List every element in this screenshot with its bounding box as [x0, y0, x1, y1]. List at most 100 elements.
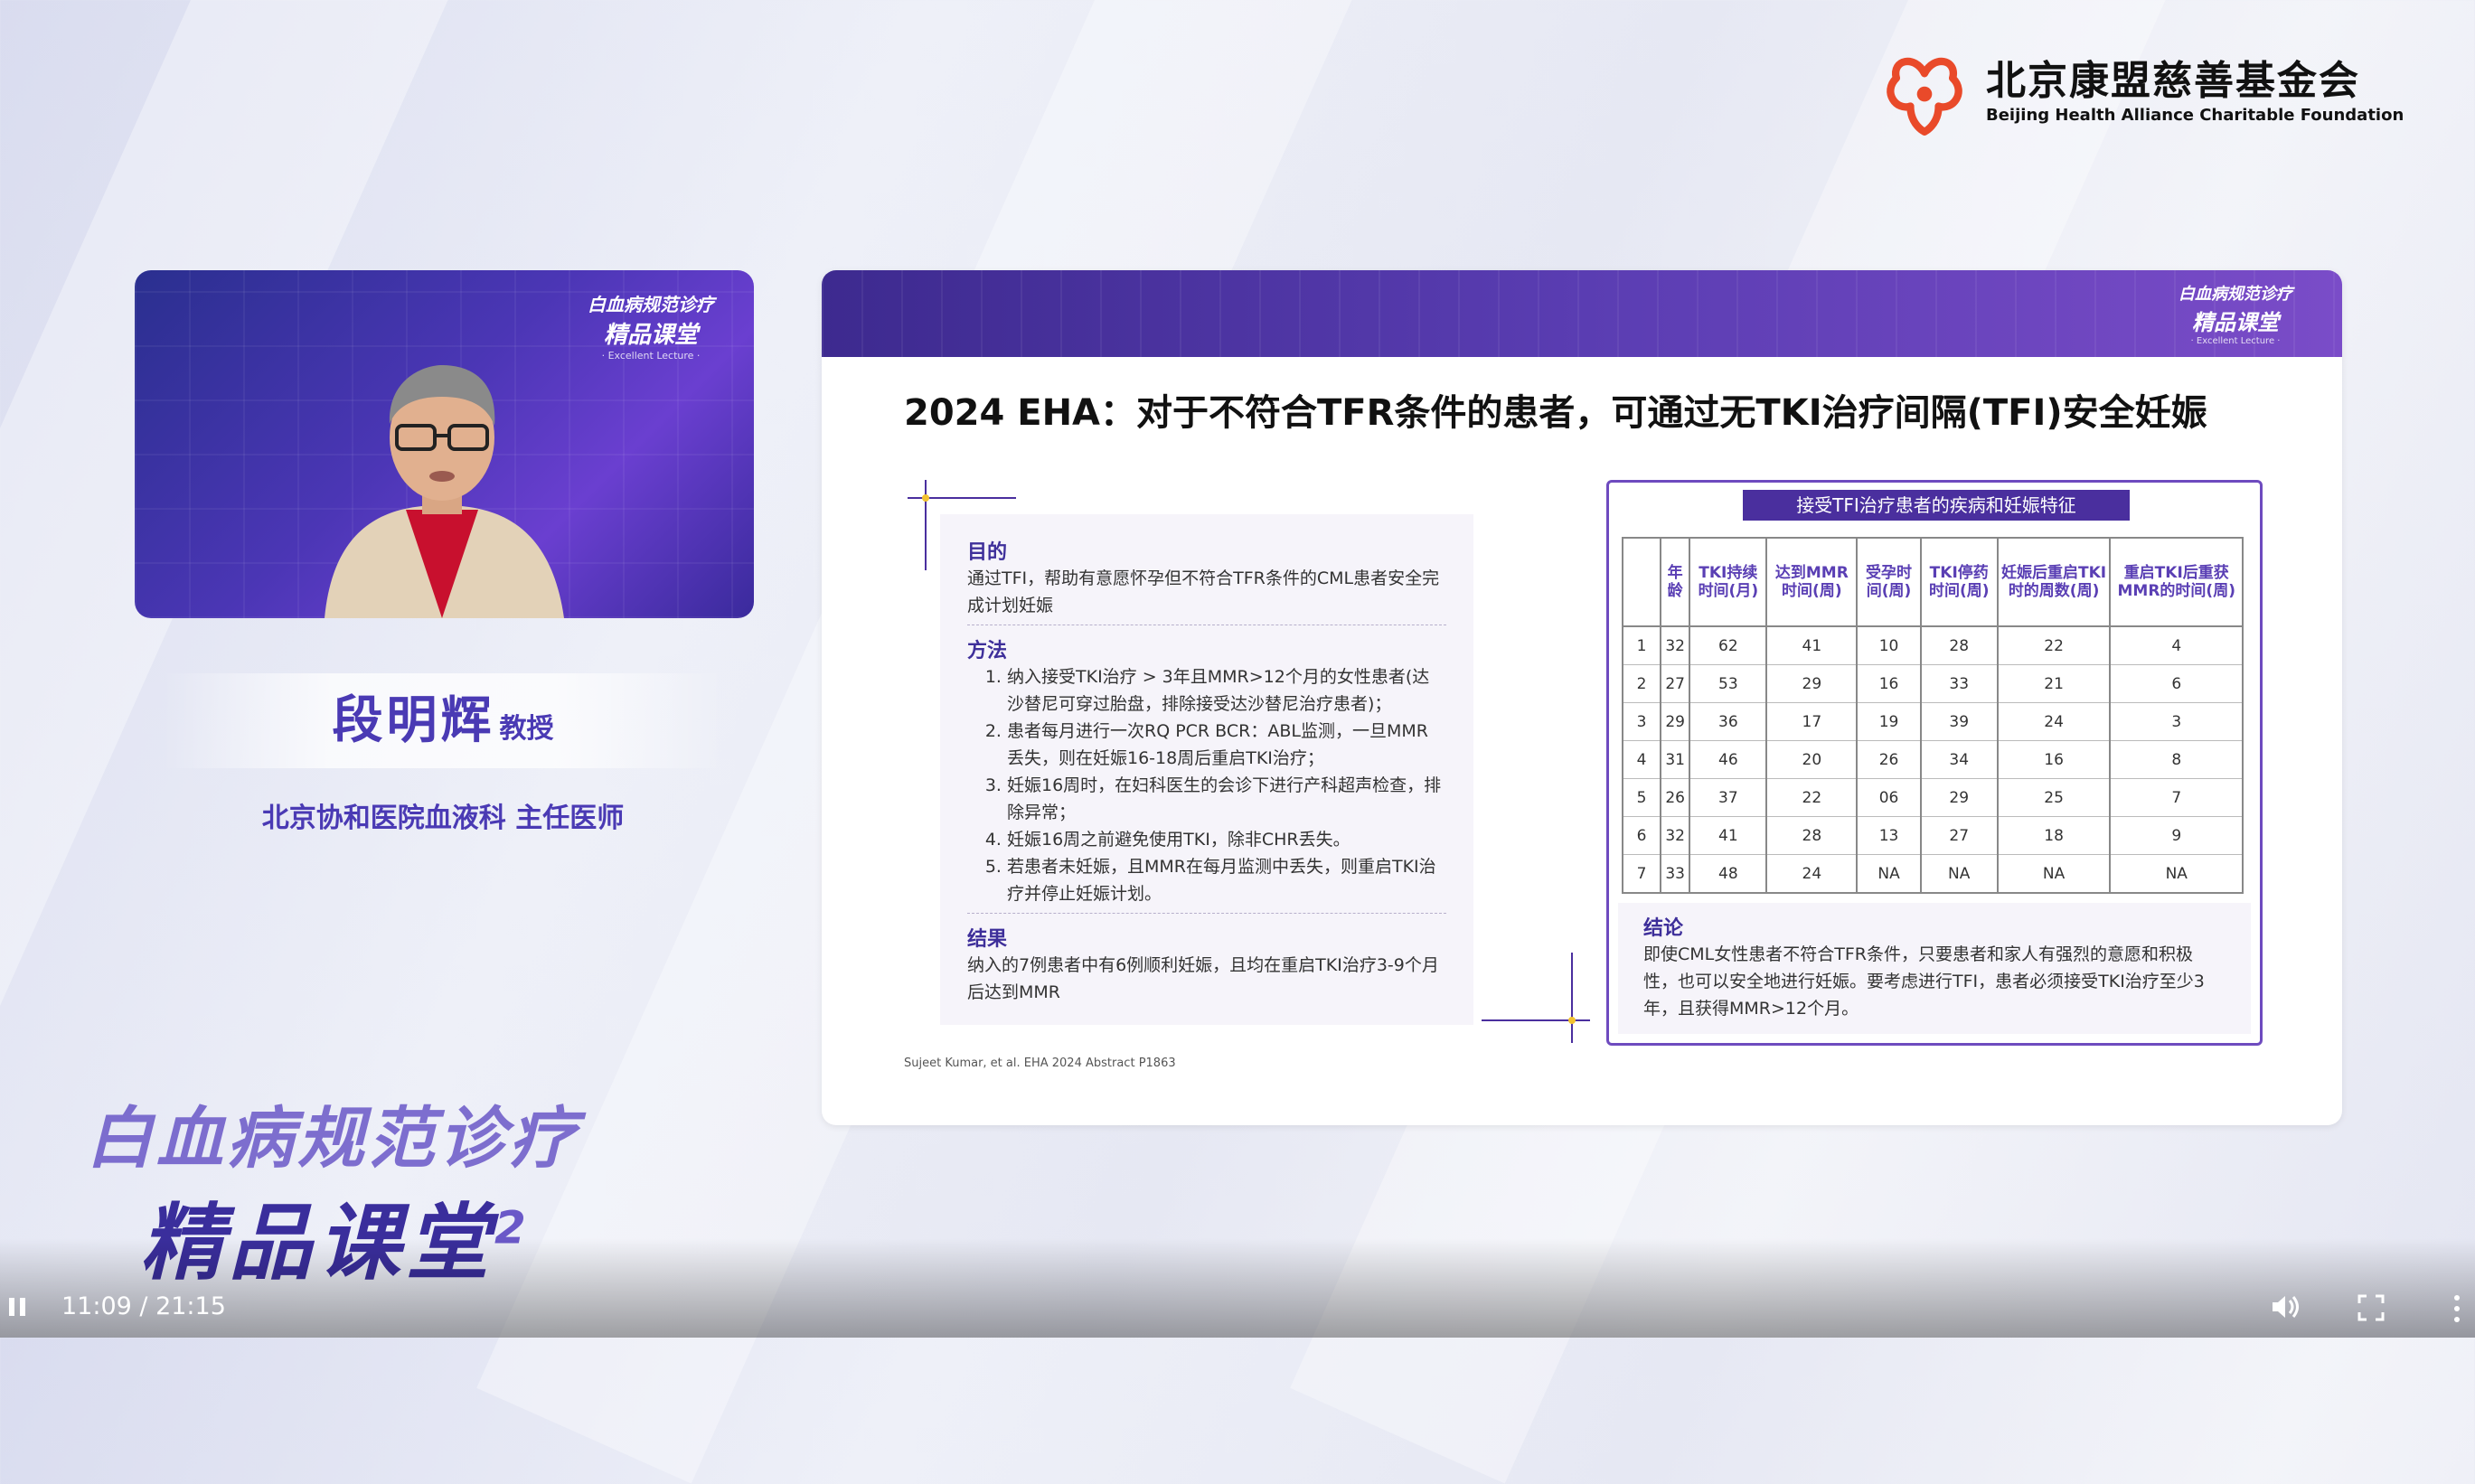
method-heading: 方法	[967, 640, 1008, 662]
method-item: 妊娠16周之前避免使用TKI，除非CHR丢失。	[1007, 826, 1446, 853]
purpose-heading: 目的	[967, 541, 1008, 564]
table-cell: NA	[1856, 854, 1921, 894]
table-cell: 4	[1622, 740, 1661, 779]
table-cell: 13	[1856, 816, 1921, 855]
table-cell: 36	[1689, 702, 1767, 741]
table-cell: 48	[1689, 854, 1767, 894]
slide-logo: 白血病规范诊疗 精品课堂 · Excellent Lecture ·	[2179, 281, 2292, 346]
table-cell: 28	[1919, 626, 1998, 665]
table-cell: 16	[1996, 740, 2111, 779]
table-header-cell: TKI持续时间(月)	[1689, 538, 1767, 627]
video-logo-line2: 精品课堂	[603, 322, 698, 349]
table-cell: 22	[1996, 626, 2111, 665]
table-cell: 25	[1996, 778, 2111, 817]
table-row: 1 32 62 41 10 28 22 4	[1622, 626, 2243, 665]
table-cell: 20	[1765, 740, 1858, 779]
table-cell: 1	[1622, 626, 1661, 665]
table-cell: 5	[1622, 778, 1661, 817]
pregnancy-table: 年龄 TKI持续时间(月) 达到MMR时间(周) 受孕时间(周) TKI停药时间…	[1622, 537, 2244, 894]
player-control-bar	[0, 1238, 2475, 1338]
volume-icon[interactable]	[2269, 1292, 2301, 1321]
citation: Sujeet Kumar, et al. EHA 2024 Abstract P…	[904, 1057, 1176, 1070]
table-cell: 26	[1856, 740, 1921, 779]
table-cell: 31	[1659, 740, 1690, 779]
presentation-slide: 白血病规范诊疗 精品课堂 · Excellent Lecture · 2024 …	[822, 270, 2342, 1125]
table-cell: 41	[1689, 816, 1767, 855]
table-header-cell: 受孕时间(周)	[1856, 538, 1921, 627]
speaker-affiliation: 北京协和医院血液科 主任医师	[261, 803, 625, 834]
logo-cn-text: 北京康盟慈善基金会	[1986, 58, 2360, 104]
table-cell: 8	[2109, 740, 2243, 779]
table-cell: 21	[1996, 664, 2111, 703]
more-options-icon[interactable]	[2450, 1292, 2464, 1325]
table-cell: NA	[1996, 854, 2111, 894]
table-cell: 62	[1689, 626, 1767, 665]
conclusion-heading: 结论	[1643, 917, 1684, 940]
table-cell: 22	[1765, 778, 1858, 817]
table-cell: 10	[1856, 626, 1921, 665]
slide-banner: 白血病规范诊疗 精品课堂 · Excellent Lecture ·	[822, 270, 2342, 357]
table-cell: 9	[2109, 816, 2243, 855]
method-item: 纳入接受TKI治疗 > 3年且MMR>12个月的女性患者(达沙替尼可穿过胎盘，排…	[1007, 663, 1446, 718]
table-header-cell: 年龄	[1659, 538, 1690, 627]
method-list: 纳入接受TKI治疗 > 3年且MMR>12个月的女性患者(达沙替尼可穿过胎盘，排…	[967, 663, 1446, 907]
table-header-cell: 重启TKI后重获MMR的时间(周)	[2109, 538, 2243, 627]
table-cell: 7	[2109, 778, 2243, 817]
speaker-figure	[325, 365, 564, 618]
table-cell: 29	[1765, 664, 1858, 703]
table-cell: 16	[1856, 664, 1921, 703]
slide-logo-line1: 白血病规范诊疗	[2179, 285, 2292, 304]
speaker-title: 教授	[499, 713, 554, 745]
table-cell: 6	[1622, 816, 1661, 855]
table-cell: 18	[1996, 816, 2111, 855]
conclusion-box: 结论 即使CML女性患者不符合TFR条件，只要患者和家人有强烈的意愿和积极性，也…	[1618, 903, 2251, 1034]
slide-title: 2024 EHA：对于不符合TFR条件的患者，可通过无TKI治疗间隔(TFI)安…	[904, 392, 2207, 434]
slide-logo-line2: 精品课堂	[2192, 310, 2279, 335]
conclusion-text: 即使CML女性患者不符合TFR条件，只要患者和家人有强烈的意愿和积极性，也可以安…	[1643, 944, 2205, 1019]
table-cell: 24	[1765, 854, 1858, 894]
table-cell: 2	[1622, 664, 1661, 703]
foundation-logo-icon	[1887, 57, 1962, 136]
video-logo: 白血病规范诊疗 精品课堂 · Excellent Lecture ·	[588, 290, 714, 362]
corner-decoration-icon	[1482, 953, 1590, 1043]
table-cell: 28	[1765, 816, 1858, 855]
table-row: 3 29 36 17 19 39 24 3	[1622, 702, 2243, 741]
table-cell: 33	[1919, 664, 1998, 703]
table-row: 4 31 46 20 26 34 16 8	[1622, 740, 2243, 779]
study-summary-box: 目的 通过TFI，帮助有意愿怀孕但不符合TFR条件的CML患者安全完成计划妊娠 …	[940, 514, 1473, 1025]
table-cell: 46	[1689, 740, 1767, 779]
table-cell: 32	[1659, 816, 1690, 855]
pregnancy-table-box: 接受TFI治疗患者的疾病和妊娠特征 年龄 TKI持续时间(月) 达到MMR时间(…	[1606, 480, 2263, 1046]
method-item: 若患者未妊娠，且MMR在每月监测中丢失，则重启TKI治疗并停止妊娠计划。	[1007, 853, 1446, 907]
table-cell: 17	[1765, 702, 1858, 741]
table-header-cell: 达到MMR时间(周)	[1765, 538, 1858, 627]
table-cell: 37	[1689, 778, 1767, 817]
table-cell: 6	[2109, 664, 2243, 703]
table-cell: 27	[1659, 664, 1690, 703]
table-header-cell: 妊娠后重启TKI时的周数(周)	[1996, 538, 2111, 627]
table-header-cell	[1622, 538, 1661, 627]
table-cell: 27	[1919, 816, 1998, 855]
pause-icon[interactable]	[7, 1296, 29, 1318]
table-cell: 19	[1856, 702, 1921, 741]
result-text: 纳入的7例患者中有6例顺利妊娠，且均在重启TKI治疗3-9个月后达到MMR	[967, 955, 1439, 1002]
table-cell: 33	[1659, 854, 1690, 894]
table-title: 接受TFI治疗患者的疾病和妊娠特征	[1743, 490, 2130, 521]
slide-logo-line3: · Excellent Lecture ·	[2190, 336, 2281, 346]
speaker-name: 段明辉	[332, 691, 495, 750]
video-logo-line1: 白血病规范诊疗	[588, 294, 714, 315]
table-cell: 29	[1659, 702, 1690, 741]
table-row: 2 27 53 29 16 33 21 6	[1622, 664, 2243, 703]
method-item: 妊娠16周时，在妇科医生的会诊下进行产科超声检查，排除异常；	[1007, 772, 1446, 826]
table-cell: 7	[1622, 854, 1661, 894]
table-cell: 34	[1919, 740, 1998, 779]
method-item: 患者每月进行一次RQ PCR BCR：ABL监测，一旦MMR 丢失，则在妊娠16…	[1007, 718, 1446, 772]
table-cell: 39	[1919, 702, 1998, 741]
speaker-video[interactable]: 白血病规范诊疗 精品课堂 · Excellent Lecture ·	[135, 270, 754, 618]
fullscreen-icon[interactable]	[2357, 1294, 2385, 1321]
foundation-logo: 北京康盟慈善基金会 Beijing Health Alliance Charit…	[1876, 45, 2404, 139]
speaker-name-card: 段明辉 教授	[163, 673, 723, 768]
purpose-text: 通过TFI，帮助有意愿怀孕但不符合TFR条件的CML患者安全完成计划妊娠	[967, 568, 1440, 615]
table-cell: 26	[1659, 778, 1690, 817]
table-row: 7 33 48 24 NA NA NA NA	[1622, 854, 2243, 894]
